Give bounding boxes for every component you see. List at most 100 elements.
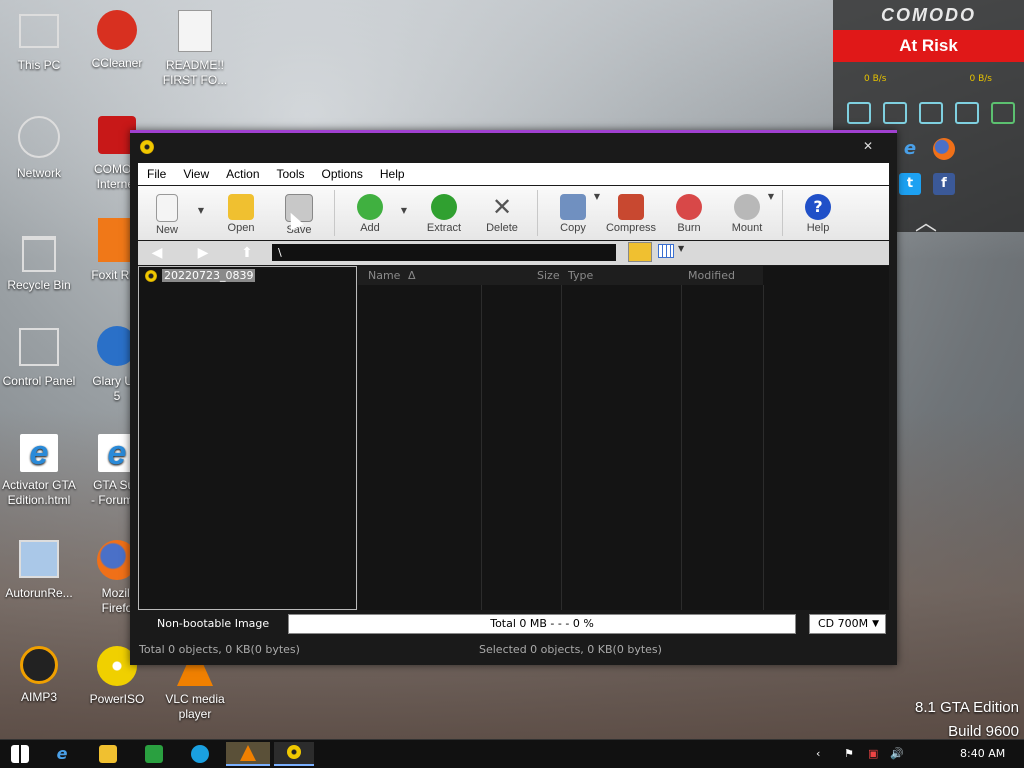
poweriso-app-icon[interactable] bbox=[140, 140, 154, 154]
sandbox-icon[interactable] bbox=[883, 102, 907, 124]
browse-folder-icon[interactable] bbox=[628, 242, 652, 262]
new-dropdown-icon[interactable]: ▼ bbox=[198, 206, 204, 215]
save-button[interactable]: Save bbox=[270, 186, 328, 236]
taskbar-vlc[interactable] bbox=[226, 742, 270, 766]
mount-button[interactable]: Mount ▼ bbox=[718, 186, 776, 234]
desktop-icon-label: AIMP3 bbox=[20, 690, 57, 704]
menu-options[interactable]: Options bbox=[313, 167, 371, 181]
copy-dropdown-icon[interactable]: ▼ bbox=[594, 192, 600, 201]
copy-disc-icon bbox=[560, 194, 586, 220]
new-document-icon bbox=[156, 194, 178, 222]
recycle-bin-icon bbox=[22, 236, 56, 272]
title-bar[interactable]: ✕ bbox=[130, 133, 897, 161]
menu-action[interactable]: Action bbox=[217, 167, 267, 181]
column-header-name[interactable]: Name bbox=[368, 269, 400, 282]
computer-icon bbox=[19, 540, 59, 578]
compress-button[interactable]: Compress bbox=[602, 186, 660, 234]
extract-button[interactable]: Extract bbox=[415, 186, 473, 234]
show-hidden-icons-chevron[interactable]: ‹ bbox=[816, 747, 820, 760]
collapse-chevron-icon[interactable]: ︿ bbox=[915, 205, 937, 237]
column-header-size[interactable]: Size bbox=[537, 269, 560, 282]
delete-button[interactable]: ✕ Delete bbox=[473, 186, 531, 234]
new-button[interactable]: New ▼ bbox=[138, 186, 204, 236]
column-header-type[interactable]: Type bbox=[568, 269, 593, 282]
toolbar-separator bbox=[782, 190, 783, 236]
settings-icon[interactable] bbox=[955, 102, 979, 124]
desktop-icon-network[interactable]: Network bbox=[0, 116, 78, 181]
info-bar: Total 0 objects, 0 KB(0 bytes) Selected … bbox=[138, 641, 889, 661]
column-header-modified[interactable]: Modified bbox=[688, 269, 735, 282]
delete-x-icon: ✕ bbox=[491, 193, 513, 221]
close-button[interactable]: ✕ bbox=[863, 139, 873, 153]
menu-help[interactable]: Help bbox=[371, 167, 413, 181]
folder-tree[interactable]: 20220723_0839 bbox=[138, 266, 357, 610]
monitor-icon bbox=[19, 14, 59, 48]
help-button[interactable]: ? Help bbox=[789, 186, 847, 234]
network-status-icon[interactable]: ▣ bbox=[868, 747, 878, 760]
comodo-speeds: 0 B/s 0 B/s bbox=[833, 62, 1024, 84]
desktop-icon-label: Control Panel bbox=[2, 374, 76, 388]
desktop-icon-aimp3[interactable]: AIMP3 bbox=[0, 646, 78, 705]
desktop-icon-recycle-bin[interactable]: Recycle Bin bbox=[0, 232, 78, 293]
desktop-icon-ccleaner[interactable]: CCleaner bbox=[78, 10, 156, 71]
dropdown-arrow-icon: ▼ bbox=[872, 619, 879, 629]
mount-dropdown-icon[interactable]: ▼ bbox=[768, 192, 774, 201]
comodo-tools bbox=[833, 84, 1024, 124]
support-icon[interactable] bbox=[991, 102, 1015, 124]
tasks-icon[interactable] bbox=[847, 102, 871, 124]
windows-logo-icon bbox=[11, 745, 29, 763]
internet-explorer-icon[interactable]: e bbox=[899, 138, 921, 160]
clock[interactable]: 8:40 AM bbox=[960, 747, 1005, 760]
up-folder-icon[interactable]: ⬆ bbox=[236, 244, 258, 262]
forward-arrow-icon[interactable]: ▶ bbox=[192, 244, 214, 262]
taskbar-store[interactable] bbox=[134, 742, 174, 766]
system-tray: ‹ ⚑ ▣ 🔊 8:40 AM bbox=[814, 740, 1024, 768]
toolbar-separator bbox=[334, 190, 335, 236]
desktop-icon-label: Recycle Bin bbox=[7, 278, 71, 292]
desktop-icon-autorunre[interactable]: AutorunRe... bbox=[0, 540, 78, 601]
comodo-social: t f bbox=[899, 173, 955, 195]
aimp-icon bbox=[20, 646, 58, 684]
comodo-status-button[interactable]: At Risk bbox=[833, 30, 1024, 62]
mount-drive-icon bbox=[734, 194, 760, 220]
file-list[interactable]: Name Δ Size Type Modified bbox=[358, 266, 889, 610]
dashboard-icon[interactable] bbox=[919, 102, 943, 124]
menu-tools[interactable]: Tools bbox=[268, 167, 313, 181]
twitter-icon[interactable]: t bbox=[899, 173, 921, 195]
start-button[interactable] bbox=[0, 742, 40, 766]
taskbar-poweriso[interactable] bbox=[274, 742, 314, 766]
column-divider bbox=[763, 285, 764, 610]
taskbar-file-explorer[interactable] bbox=[88, 742, 128, 766]
back-arrow-icon[interactable]: ◀ bbox=[146, 244, 168, 262]
help-label: Help bbox=[806, 222, 830, 234]
folder-icon bbox=[99, 745, 117, 763]
desktop-icon-control-panel[interactable]: Control Panel bbox=[0, 328, 78, 389]
copy-button[interactable]: Copy ▼ bbox=[544, 186, 602, 234]
desktop-icon-readme[interactable]: README!! FIRST FO... bbox=[156, 10, 234, 88]
view-mode-button[interactable]: ▼ bbox=[658, 244, 686, 260]
extract-arrow-icon bbox=[431, 194, 457, 220]
menu-file[interactable]: File bbox=[138, 167, 174, 181]
facebook-icon[interactable]: f bbox=[933, 173, 955, 195]
vlc-cone-icon bbox=[240, 745, 256, 761]
firefox-icon[interactable] bbox=[933, 138, 955, 160]
burn-button[interactable]: Burn bbox=[660, 186, 718, 234]
add-button[interactable]: Add ▼ bbox=[341, 186, 407, 234]
image-type-label: Non-bootable Image bbox=[157, 617, 270, 630]
taskbar-internet-explorer[interactable]: e bbox=[42, 742, 82, 766]
add-label: Add bbox=[360, 222, 380, 234]
desktop-icon-this-pc[interactable]: This PC bbox=[0, 10, 78, 73]
add-dropdown-icon[interactable]: ▼ bbox=[401, 206, 407, 215]
download-speed: 0 B/s bbox=[864, 74, 887, 84]
action-center-flag-icon[interactable]: ⚑ bbox=[844, 747, 854, 760]
desktop-icon-activator-html[interactable]: e Activator GTA Edition.html bbox=[0, 434, 78, 508]
open-button[interactable]: Open bbox=[212, 186, 270, 234]
internet-explorer-icon: e bbox=[20, 434, 58, 472]
media-size-select[interactable]: CD 700M ▼ bbox=[809, 614, 886, 634]
disc-icon bbox=[287, 745, 301, 759]
path-input[interactable]: \ bbox=[272, 244, 616, 261]
taskbar-skype[interactable] bbox=[180, 742, 220, 766]
menu-view[interactable]: View bbox=[174, 167, 217, 181]
tree-item-root[interactable]: 20220723_0839 bbox=[145, 269, 256, 282]
volume-icon[interactable]: 🔊 bbox=[890, 747, 904, 760]
